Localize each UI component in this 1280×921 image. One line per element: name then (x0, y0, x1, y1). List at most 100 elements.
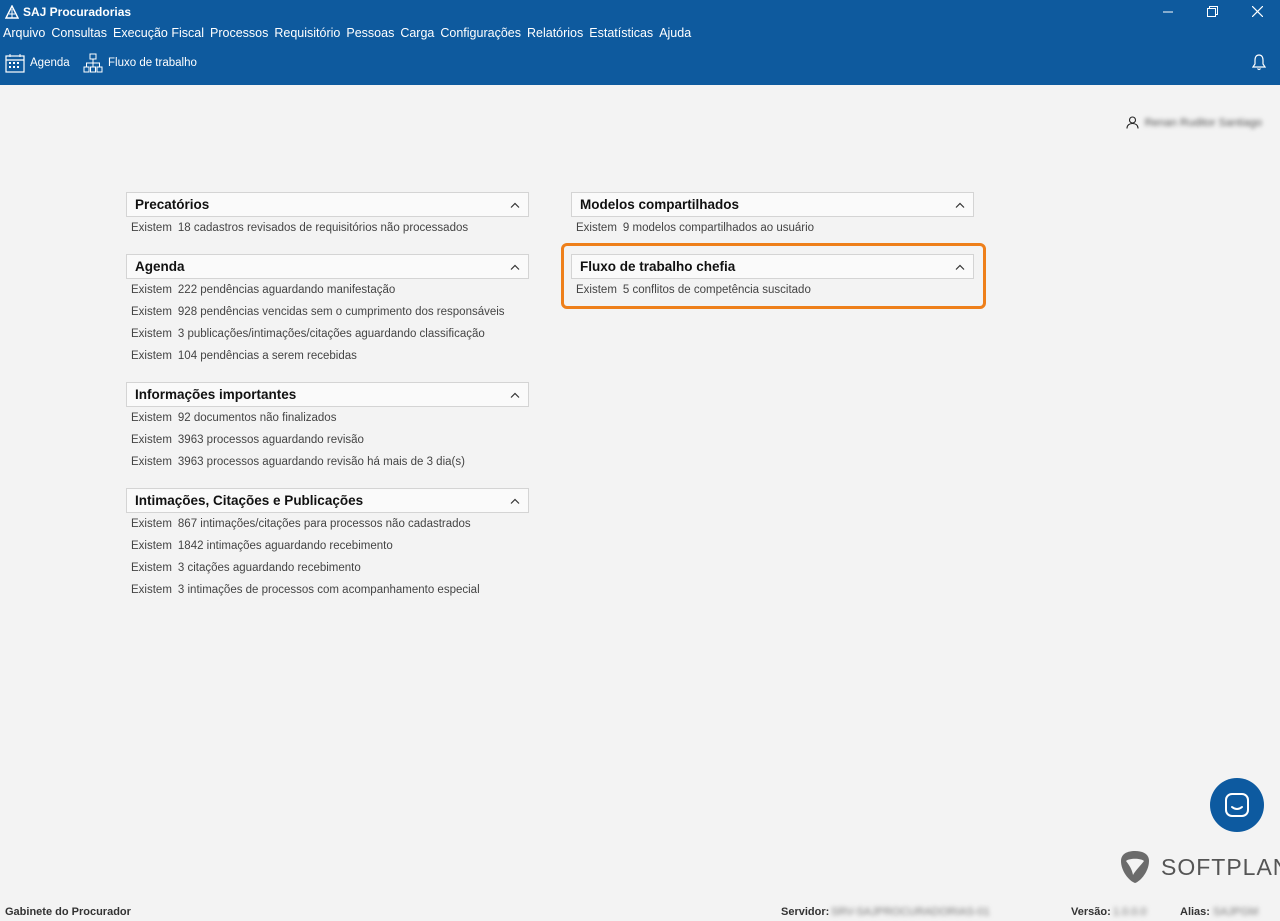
panel-title: Informações importantes (135, 387, 297, 402)
list-item[interactable]: Existem 1842 intimações aguardando recebi… (126, 535, 529, 557)
list-item[interactable]: Existem 867 intimações/citações para proc… (126, 513, 529, 535)
menu-ajuda[interactable]: Ajuda (659, 26, 691, 42)
chat-icon (1225, 793, 1249, 817)
item-text: 3963 processos aguardando revisão (177, 434, 364, 446)
menu-relatorios[interactable]: Relatórios (527, 26, 583, 42)
item-keyword: Existem (131, 222, 172, 234)
user-info[interactable]: Renan Ruditor Santiago (1126, 116, 1262, 129)
item-keyword: Existem (131, 434, 172, 446)
item-keyword: Existem (131, 562, 172, 574)
app-logo-icon (5, 5, 19, 19)
status-location: Gabinete do Procurador (5, 906, 131, 918)
collapse-button[interactable] (955, 200, 965, 210)
panel-header: Precatórios (126, 192, 529, 217)
list-item[interactable]: Existem 9 modelos compartilhados ao usuár… (571, 217, 974, 239)
item-text: 18 cadastros revisados de requisitórios … (177, 222, 469, 234)
item-keyword: Existem (576, 222, 617, 234)
panel-header: Informações importantes (126, 382, 529, 407)
collapse-button[interactable] (510, 262, 520, 272)
item-text: 928 pendências vencidas sem o cumpriment… (177, 306, 505, 318)
fluxo-trabalho-label: Fluxo de trabalho (108, 57, 197, 69)
panel-precatorios: Precatórios Existem 18 cadastros revisado… (126, 192, 529, 239)
item-keyword: Existem (131, 284, 172, 296)
list-item[interactable]: Existem 3 publicações/intimações/citações… (126, 323, 529, 345)
panel-title: Intimações, Citações e Publicações (135, 493, 364, 508)
menu-configuracoes[interactable]: Configurações (440, 26, 521, 42)
fluxo-trabalho-button[interactable]: Fluxo de trabalho (83, 52, 197, 74)
item-text: 1842 intimações aguardando recebimento (177, 540, 393, 552)
menu-processos[interactable]: Processos (210, 26, 268, 42)
status-bar: Gabinete do Procurador Servidor: SRV-SAJ… (0, 903, 1280, 921)
menu-requisitorio[interactable]: Requisitório (274, 26, 340, 42)
window-title: SAJ Procuradorias (23, 5, 132, 19)
item-keyword: Existem (131, 412, 172, 424)
agenda-label: Agenda (30, 57, 70, 69)
panel-title: Agenda (135, 259, 185, 274)
close-button[interactable] (1235, 0, 1280, 23)
item-keyword: Existem (131, 518, 172, 530)
list-item[interactable]: Existem 3 citações aguardando recebimento (126, 557, 529, 579)
chat-button[interactable] (1210, 778, 1264, 832)
panel-header: Modelos compartilhados (571, 192, 974, 217)
panel-title: Modelos compartilhados (580, 197, 740, 212)
minimize-button[interactable] (1145, 0, 1190, 23)
item-keyword: Existem (131, 350, 172, 362)
calendar-icon (5, 54, 25, 73)
menu-carga[interactable]: Carga (400, 26, 434, 42)
item-keyword: Existem (131, 328, 172, 340)
list-item[interactable]: Existem 3 intimações de processos com aco… (126, 579, 529, 601)
menu-bar: Arquivo Consultas Execução Fiscal Proces… (0, 26, 694, 42)
list-item[interactable]: Existem 104 pendências a serem recebidas (126, 345, 529, 367)
menu-execucao-fiscal[interactable]: Execução Fiscal (113, 26, 204, 42)
item-text: 3 intimações de processos com acompanham… (177, 584, 480, 596)
list-item[interactable]: Existem 3963 processos aguardando revisão (126, 429, 529, 451)
menu-arquivo[interactable]: Arquivo (3, 26, 45, 42)
title-bar: SAJ Procuradorias (0, 0, 1280, 23)
minimize-icon (1162, 11, 1173, 12)
panel-header: Agenda (126, 254, 529, 279)
panel-modelos-compartilhados: Modelos compartilhados Existem 9 modelos … (571, 192, 974, 239)
item-text: 3 publicações/intimações/citações aguard… (177, 328, 485, 340)
agenda-button[interactable]: Agenda (5, 52, 70, 74)
collapse-button[interactable] (510, 200, 520, 210)
menu-consultas[interactable]: Consultas (51, 26, 107, 42)
status-alias-value: SAJPGM (1213, 906, 1259, 918)
list-item[interactable]: Existem 92 documentos não finalizados (126, 407, 529, 429)
softplan-logo: SOFTPLAN (1117, 849, 1280, 885)
status-servidor-value: SRV-SAJPROCURADORIAS-01 (831, 906, 990, 918)
restore-button[interactable] (1190, 0, 1235, 23)
softplan-logo-icon (1121, 851, 1149, 883)
workflow-icon (83, 53, 103, 73)
collapse-button[interactable] (510, 390, 520, 400)
app-header: SAJ Procuradorias Arquivo Consultas Exec… (0, 0, 1280, 85)
menu-pessoas[interactable]: Pessoas (346, 26, 394, 42)
bell-icon[interactable] (1252, 54, 1266, 71)
item-text: 222 pendências aguardando manifestação (177, 284, 396, 296)
toolbar: Agenda Fluxo de trabalho (0, 52, 1280, 74)
chevron-up-icon (510, 264, 520, 270)
user-name: Renan Ruditor Santiago (1144, 116, 1262, 129)
list-item[interactable]: Existem 18 cadastros revisados de requisi… (126, 217, 529, 239)
item-keyword: Existem (131, 540, 172, 552)
softplan-brand-text: SOFTPLAN (1161, 853, 1280, 880)
list-item[interactable]: Existem 3963 processos aguardando revisão… (126, 451, 529, 473)
chevron-up-icon (510, 202, 520, 208)
list-item[interactable]: Existem 928 pendências vencidas sem o cum… (126, 301, 529, 323)
menu-estatisticas[interactable]: Estatísticas (589, 26, 653, 42)
highlight-box (561, 243, 986, 309)
chevron-up-icon (955, 202, 965, 208)
user-icon (1126, 116, 1139, 129)
status-versao-label: Versão: (1071, 906, 1111, 918)
list-item[interactable]: Existem 222 pendências aguardando manifes… (126, 279, 529, 301)
status-versao-value: 1.0.0.0 (1113, 906, 1147, 918)
status-alias-label: Alias: (1180, 906, 1210, 918)
panel-informacoes-importantes: Informações importantes Existem 92 docume… (126, 382, 529, 473)
panel-agenda: Agenda Existem 222 pendências aguardando … (126, 254, 529, 367)
collapse-button[interactable] (510, 496, 520, 506)
item-keyword: Existem (131, 456, 172, 468)
item-keyword: Existem (131, 584, 172, 596)
item-text: 92 documentos não finalizados (177, 412, 337, 424)
panel-header: Intimações, Citações e Publicações (126, 488, 529, 513)
close-icon (1252, 6, 1263, 17)
item-text: 867 intimações/citações para processos n… (177, 518, 471, 530)
